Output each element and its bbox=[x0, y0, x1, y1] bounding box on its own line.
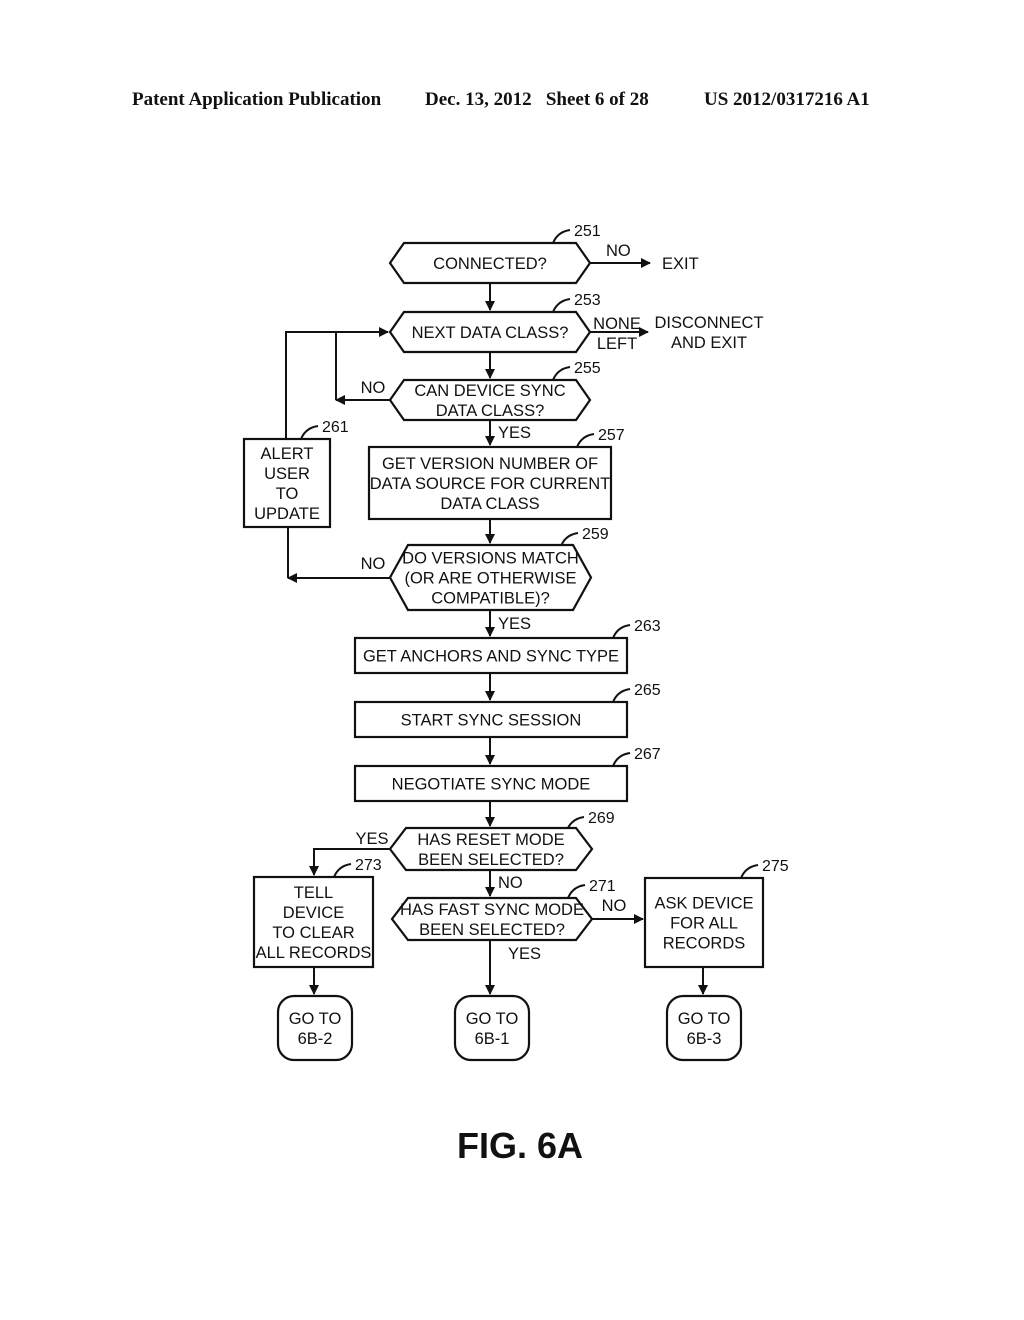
edge-label-e271-no: NO bbox=[602, 897, 627, 915]
node-275-text: RECORDS bbox=[663, 935, 746, 953]
node-261-text: USER bbox=[264, 465, 310, 483]
edge-label-e259-yes: YES bbox=[498, 615, 531, 633]
node-t2-text: 6B-1 bbox=[475, 1030, 510, 1048]
edge-label-e269-yes: YES bbox=[355, 830, 388, 848]
node-275-text: FOR ALL bbox=[670, 915, 738, 933]
node-263-text: GET ANCHORS AND SYNC TYPE bbox=[363, 648, 619, 666]
node-t3-terminator bbox=[665, 994, 743, 1062]
node-t3-text: GO TO bbox=[678, 1010, 731, 1028]
node-261-text: ALERT bbox=[261, 445, 314, 463]
node-269-text: BEEN SELECTED? bbox=[418, 851, 564, 869]
node-261-text: UPDATE bbox=[254, 505, 320, 523]
node-257-ref-number: 257 bbox=[598, 427, 625, 444]
node-263-ref-number: 263 bbox=[634, 618, 661, 635]
node-257-text: DATA CLASS bbox=[440, 495, 539, 513]
node-273-text: DEVICE bbox=[283, 904, 344, 922]
exit-text: EXIT bbox=[662, 255, 699, 273]
node-273-ref-number: 273 bbox=[355, 857, 382, 874]
node-253-ref-number: 253 bbox=[574, 292, 601, 309]
node-255-text: DATA CLASS? bbox=[436, 402, 545, 420]
edge-label-e269-no: NO bbox=[498, 874, 523, 892]
node-261-ref-number: 261 bbox=[322, 419, 349, 436]
figure-label: FIG. 6A bbox=[457, 1125, 583, 1166]
node-t2-text: GO TO bbox=[466, 1010, 519, 1028]
edge-label-e253-none: LEFT bbox=[597, 335, 637, 353]
node-251-ref-number: 251 bbox=[574, 223, 601, 240]
node-259-text: (OR ARE OTHERWISE bbox=[404, 570, 576, 588]
node-261-text: TO bbox=[276, 485, 299, 503]
node-t2-terminator bbox=[453, 994, 531, 1062]
node-275-text: ASK DEVICE bbox=[654, 895, 753, 913]
node-253-text: NEXT DATA CLASS? bbox=[412, 324, 569, 342]
node-255-ref-number: 255 bbox=[574, 360, 601, 377]
node-269-ref-number: 269 bbox=[588, 810, 615, 827]
edge-label-e251-no: NO bbox=[606, 242, 631, 260]
node-259-ref-number: 259 bbox=[582, 526, 609, 543]
node-271-ref-number: 271 bbox=[589, 878, 616, 895]
node-t3-text: 6B-3 bbox=[687, 1030, 722, 1048]
node-265-text: START SYNC SESSION bbox=[401, 712, 582, 730]
edge-label-e253-none: NONE bbox=[593, 315, 641, 333]
disconnect-and-exit-text: DISCONNECT bbox=[654, 314, 763, 332]
flowchart: CONNECTED? 251 NEXT DATA CLASS? 253 CAN DEVI… bbox=[242, 223, 789, 1166]
node-259-text: DO VERSIONS MATCH bbox=[402, 550, 579, 568]
node-t1-text: 6B-2 bbox=[298, 1030, 333, 1048]
node-273-text: TELL bbox=[294, 884, 333, 902]
node-265-ref-number: 265 bbox=[634, 682, 661, 699]
node-273-text: TO CLEAR bbox=[272, 924, 354, 942]
edge-label-e259-no: NO bbox=[361, 555, 386, 573]
node-t1-text: GO TO bbox=[289, 1010, 342, 1028]
node-t1-terminator bbox=[276, 994, 354, 1062]
node-251-text: CONNECTED? bbox=[433, 255, 547, 273]
node-257-text: GET VERSION NUMBER OF bbox=[382, 455, 598, 473]
disconnect-and-exit-text: AND EXIT bbox=[671, 334, 747, 352]
node-259-text: COMPATIBLE)? bbox=[431, 590, 550, 608]
node-255-text: CAN DEVICE SYNC bbox=[414, 382, 565, 400]
node-267-text: NEGOTIATE SYNC MODE bbox=[392, 776, 591, 794]
node-271-text: HAS FAST SYNC MODE bbox=[400, 901, 584, 919]
edge-label-e271-yes: YES bbox=[508, 945, 541, 963]
node-267-ref-number: 267 bbox=[634, 746, 661, 763]
node-273-text: ALL RECORDS bbox=[256, 944, 372, 962]
node-269-text: HAS RESET MODE bbox=[417, 831, 564, 849]
edge-label-e255-no: NO bbox=[361, 379, 386, 397]
node-257-text: DATA SOURCE FOR CURRENT bbox=[370, 475, 610, 493]
node-275-ref-number: 275 bbox=[762, 858, 789, 875]
node-271-text: BEEN SELECTED? bbox=[419, 921, 565, 939]
edge-label-e255-yes: YES bbox=[498, 424, 531, 442]
